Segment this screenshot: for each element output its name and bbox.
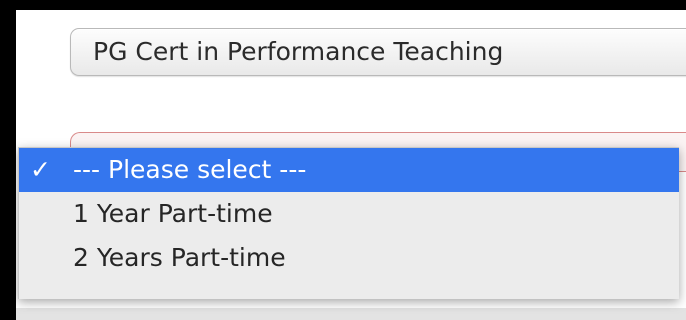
option-label: --- Please select --- (73, 155, 307, 184)
course-select[interactable]: PG Cert in Performance Teaching (70, 28, 686, 76)
option-1-year-part-time[interactable]: 1 Year Part-time (19, 192, 679, 236)
course-select-value: PG Cert in Performance Teaching (93, 37, 504, 66)
option-please-select[interactable]: ✓ --- Please select --- (19, 148, 679, 192)
option-label: 1 Year Part-time (73, 199, 273, 228)
study-mode-dropdown-menu: ✓ --- Please select --- 1 Year Part-time… (18, 147, 679, 299)
option-label: 2 Years Part-time (73, 243, 286, 272)
checkmark-icon: ✓ (30, 155, 51, 184)
option-2-years-part-time[interactable]: 2 Years Part-time (19, 236, 679, 280)
page-footer-strip (16, 308, 686, 320)
